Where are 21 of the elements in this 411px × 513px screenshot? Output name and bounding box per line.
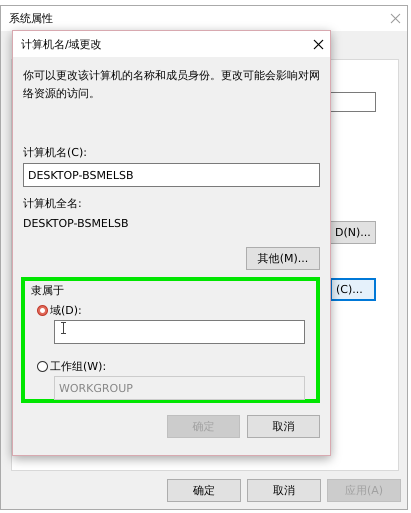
radio-label: 工作组(W): [50, 359, 106, 374]
dialog-button[interactable]: 取消 [247, 479, 321, 502]
dialog-title: 计算机名/域更改 [21, 36, 102, 52]
field-label: 计算机名(C): [23, 145, 88, 160]
window-title: 系统属性 [9, 11, 53, 26]
description-text: 你可以更改该计算机的名称和成员身份。更改可能会影响对网络资源的访问。 [23, 68, 320, 102]
radio-button[interactable] [37, 305, 48, 316]
text-cursor-icon [60, 322, 67, 334]
group-label: 隶属于 [31, 283, 65, 298]
field-label: 计算机全名: [23, 196, 83, 211]
more-button[interactable]: 其他(M)... [246, 247, 320, 270]
domain-field[interactable] [54, 320, 305, 344]
partial-button[interactable]: (C)... [330, 278, 376, 301]
radio-button[interactable] [37, 361, 48, 372]
partial-button[interactable]: D(N)... [330, 221, 376, 244]
radio-label: 域(D): [50, 303, 82, 318]
dialog-button[interactable]: 取消 [247, 415, 320, 438]
dialog-button[interactable]: 确定 [167, 479, 241, 502]
computer-name-field[interactable]: DESKTOP-BSMELSB [23, 163, 320, 187]
close-icon[interactable] [313, 38, 324, 50]
full-name-text: DESKTOP-BSMELSB [23, 217, 130, 230]
